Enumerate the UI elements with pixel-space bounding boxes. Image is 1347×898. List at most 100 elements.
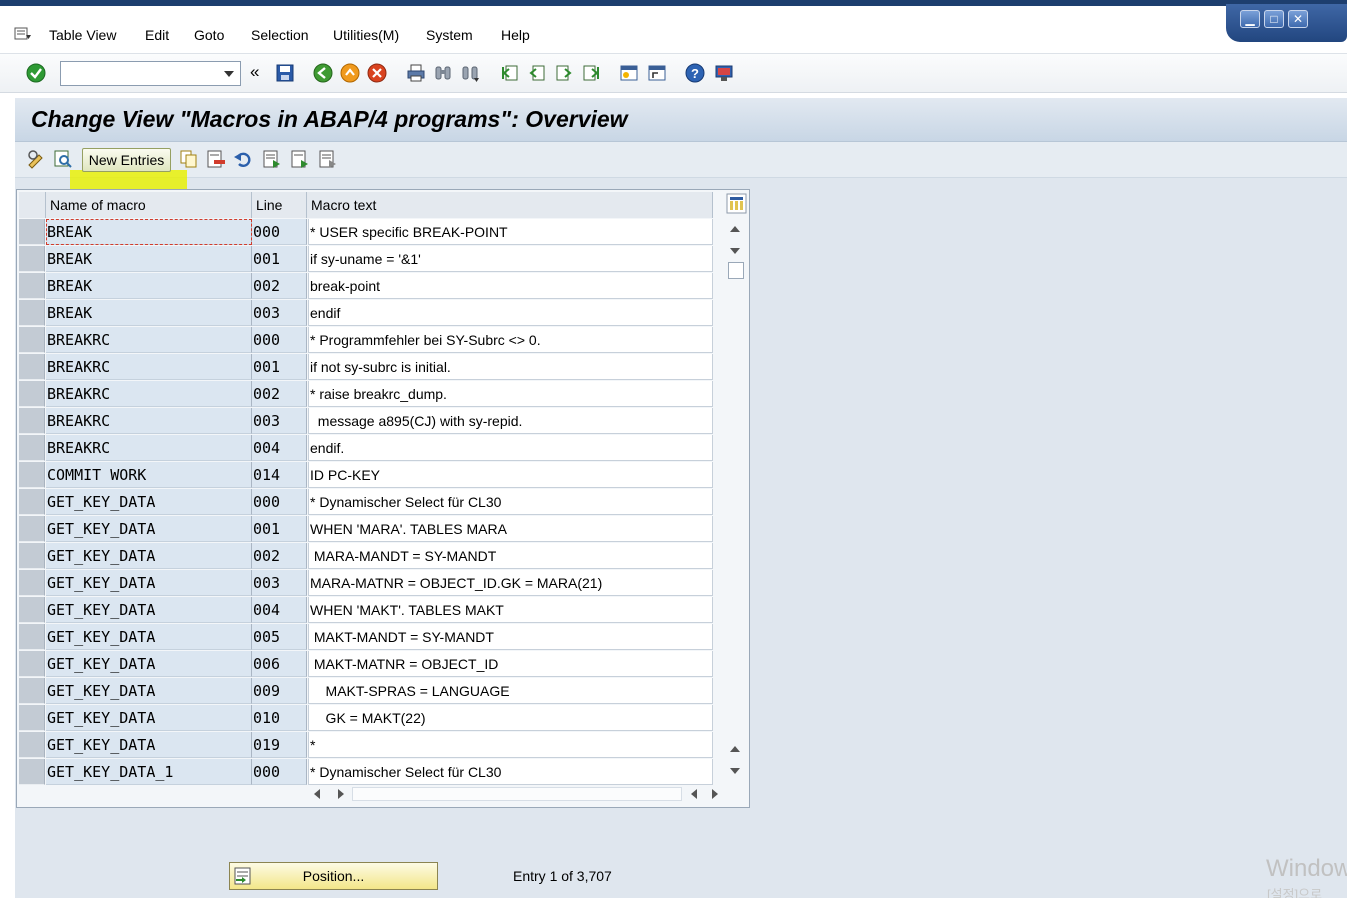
cell-macro-name[interactable]: BREAKRC [46, 435, 252, 461]
row-selector[interactable] [19, 408, 45, 434]
menu-options-icon[interactable] [14, 26, 32, 42]
shortcut-icon[interactable] [647, 63, 667, 83]
cell-macro-text[interactable]: * USER specific BREAK-POINT [308, 219, 713, 245]
row-selector[interactable] [19, 624, 45, 650]
cell-line[interactable]: 001 [252, 246, 307, 272]
row-selector[interactable] [19, 327, 45, 353]
cell-macro-name[interactable]: GET_KEY_DATA [46, 489, 252, 515]
copy-as-icon[interactable] [179, 149, 199, 169]
table-row[interactable]: BREAK 003 endif [19, 300, 713, 327]
last-page-icon[interactable] [581, 63, 601, 83]
row-selector[interactable] [19, 300, 45, 326]
cell-line[interactable]: 003 [252, 408, 307, 434]
select-block-icon[interactable] [290, 149, 310, 169]
deselect-all-icon[interactable] [318, 149, 338, 169]
scroll-down-icon[interactable] [730, 248, 740, 254]
cell-macro-name[interactable]: GET_KEY_DATA [46, 705, 252, 731]
cell-line[interactable]: 004 [252, 435, 307, 461]
row-selector[interactable] [19, 462, 45, 488]
menu-selection[interactable]: Selection [251, 27, 309, 43]
save-icon[interactable] [275, 63, 295, 83]
menu-table-view[interactable]: Table View [49, 27, 116, 43]
table-row[interactable]: BREAK 001 if sy-uname = '&1' [19, 246, 713, 273]
row-selector[interactable] [19, 381, 45, 407]
back-icon[interactable] [313, 63, 333, 83]
cell-macro-text[interactable]: WHEN 'MARA'. TABLES MARA [308, 516, 713, 542]
row-selector[interactable] [19, 651, 45, 677]
table-row[interactable]: GET_KEY_DATA_1 000 * Dynamischer Select fü… [19, 759, 713, 786]
cell-macro-text[interactable]: ID PC-KEY [308, 462, 713, 488]
delete-icon[interactable] [206, 149, 226, 169]
table-row[interactable]: COMMIT WORK 014 ID PC-KEY [19, 462, 713, 489]
row-selector[interactable] [19, 354, 45, 380]
cell-macro-name[interactable]: GET_KEY_DATA [46, 624, 252, 650]
exit-icon[interactable] [340, 63, 360, 83]
cell-macro-name[interactable]: GET_KEY_DATA [46, 651, 252, 677]
enter-icon[interactable] [26, 63, 46, 83]
cell-macro-text[interactable]: endif [308, 300, 713, 326]
table-row[interactable]: GET_KEY_DATA 019 * [19, 732, 713, 759]
cell-macro-text[interactable]: break-point [308, 273, 713, 299]
cell-line[interactable]: 003 [252, 570, 307, 596]
cell-macro-text[interactable]: * [308, 732, 713, 758]
table-row[interactable]: GET_KEY_DATA 002 MARA-MANDT = SY-MANDT [19, 543, 713, 570]
cell-macro-text[interactable]: * Dynamischer Select für CL30 [308, 489, 713, 515]
cell-macro-name[interactable]: GET_KEY_DATA [46, 516, 252, 542]
cell-line[interactable]: 019 [252, 732, 307, 758]
cell-macro-name[interactable]: BREAKRC [46, 381, 252, 407]
row-selector[interactable] [19, 570, 45, 596]
row-selector[interactable] [19, 489, 45, 515]
cell-line[interactable]: 002 [252, 543, 307, 569]
cell-macro-name[interactable]: BREAKRC [46, 327, 252, 353]
row-selector[interactable] [19, 759, 45, 785]
scroll-thumb[interactable] [728, 262, 744, 279]
cell-macro-name[interactable]: COMMIT WORK [46, 462, 252, 488]
menu-system[interactable]: System [426, 27, 473, 43]
table-row[interactable]: BREAKRC 001 if not sy-subrc is initial. [19, 354, 713, 381]
row-selector[interactable] [19, 597, 45, 623]
table-row[interactable]: GET_KEY_DATA 010 GK = MAKT(22) [19, 705, 713, 732]
menu-edit[interactable]: Edit [145, 27, 169, 43]
menu-utilities[interactable]: Utilities(M) [333, 27, 399, 43]
menu-help[interactable]: Help [501, 27, 530, 43]
find-icon[interactable] [433, 63, 453, 83]
table-row[interactable]: BREAKRC 003 message a895(CJ) with sy-repi… [19, 408, 713, 435]
table-row[interactable]: BREAKRC 004 endif. [19, 435, 713, 462]
table-row[interactable]: GET_KEY_DATA 000 * Dynamischer Select für … [19, 489, 713, 516]
cell-macro-name[interactable]: GET_KEY_DATA_1 [46, 759, 252, 785]
cell-line[interactable]: 010 [252, 705, 307, 731]
cell-line[interactable]: 002 [252, 273, 307, 299]
cell-line[interactable]: 014 [252, 462, 307, 488]
cell-macro-text[interactable]: MAKT-SPRAS = LANGUAGE [308, 678, 713, 704]
undo-icon[interactable] [233, 149, 253, 169]
cell-macro-text[interactable]: MARA-MANDT = SY-MANDT [308, 543, 713, 569]
cell-macro-name[interactable]: GET_KEY_DATA [46, 732, 252, 758]
cell-macro-name[interactable]: GET_KEY_DATA [46, 678, 252, 704]
print-icon[interactable] [406, 63, 426, 83]
row-selector[interactable] [19, 435, 45, 461]
help-icon[interactable]: ? [685, 63, 705, 83]
cell-macro-name[interactable]: BREAK [46, 246, 252, 272]
chevron-down-icon[interactable] [224, 71, 234, 77]
cell-macro-text[interactable]: endif. [308, 435, 713, 461]
table-row[interactable]: GET_KEY_DATA 001 WHEN 'MARA'. TABLES MARA [19, 516, 713, 543]
first-page-icon[interactable] [500, 63, 520, 83]
cell-macro-name[interactable]: BREAK [46, 300, 252, 326]
table-row[interactable]: GET_KEY_DATA 003 MARA-MATNR = OBJECT_ID.GK… [19, 570, 713, 597]
table-row[interactable]: BREAKRC 000 * Programmfehler bei SY-Subrc … [19, 327, 713, 354]
row-selector[interactable] [19, 705, 45, 731]
next-page-icon[interactable] [554, 63, 574, 83]
vertical-scrollbar[interactable] [728, 222, 744, 782]
cell-line[interactable]: 000 [252, 219, 307, 245]
cell-line[interactable]: 001 [252, 354, 307, 380]
find-next-icon[interactable] [460, 63, 480, 83]
cell-macro-name[interactable]: BREAK [46, 273, 252, 299]
row-selector[interactable] [19, 678, 45, 704]
cell-line[interactable]: 000 [252, 327, 307, 353]
collapse-icon[interactable]: « [250, 62, 259, 82]
cell-macro-name[interactable]: GET_KEY_DATA [46, 597, 252, 623]
cell-macro-text[interactable]: if not sy-subrc is initial. [308, 354, 713, 380]
cell-macro-name[interactable]: BREAK [46, 219, 252, 245]
create-session-icon[interactable] [619, 63, 639, 83]
prev-page-icon[interactable] [527, 63, 547, 83]
